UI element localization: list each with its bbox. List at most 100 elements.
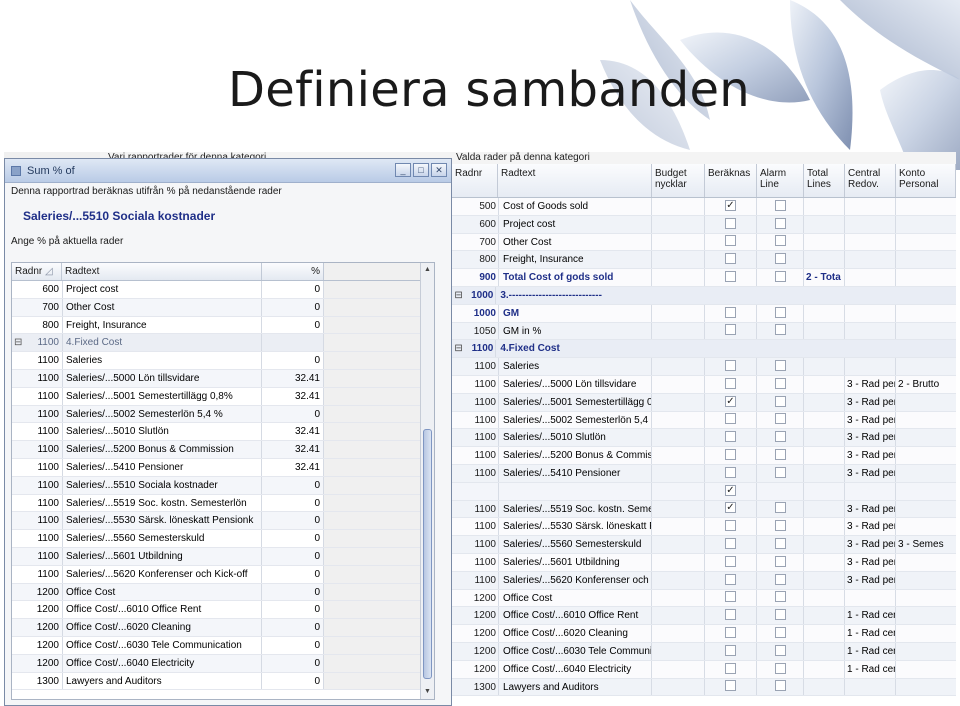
budget-cell[interactable] [652, 482, 705, 500]
table-row[interactable]: 1100 Saleries/...5560 Semesterskuld 3 - Ra… [452, 536, 956, 554]
percent-value[interactable]: 0 [262, 352, 324, 369]
table-row[interactable]: 1200 Office Cost/...6020 Cleaning 0 [12, 619, 434, 637]
dialog-titlebar[interactable]: Sum % of [5, 159, 451, 183]
scroll-up-arrow-icon[interactable]: ▲ [421, 263, 434, 277]
konto-personal-cell[interactable] [896, 501, 944, 518]
budget-cell[interactable] [652, 464, 705, 482]
konto-personal-cell[interactable] [896, 323, 944, 340]
konto-personal-cell[interactable] [896, 483, 944, 500]
central-redov-cell[interactable] [845, 322, 896, 340]
total-lines-cell[interactable] [804, 500, 845, 518]
table-row[interactable]: 1100Saleries/...5530 Särsk. löneskatt Pe… [12, 512, 434, 531]
konto-personal-cell[interactable] [896, 269, 944, 286]
central-redov-cell[interactable]: 3 - Rad per [845, 536, 896, 553]
budget-cell[interactable] [652, 536, 705, 553]
beraknas-checkbox[interactable] [725, 271, 736, 283]
central-redov-cell[interactable]: 1 - Rad cen [845, 625, 896, 642]
alarm-checkbox[interactable] [774, 271, 786, 283]
table-row[interactable]: 600 Project cost [452, 215, 956, 234]
percent-value[interactable]: 32.41 [262, 369, 324, 387]
total-lines-cell[interactable] [804, 607, 845, 625]
beraknas-checkbox[interactable] [725, 520, 736, 532]
beraknas-checkbox[interactable] [725, 644, 736, 656]
central-redov-cell[interactable] [845, 358, 896, 375]
total-lines-cell[interactable] [804, 571, 845, 589]
maximize-button[interactable]: □ [413, 163, 429, 177]
table-row[interactable]: 800 Freight, Insurance 0 [12, 316, 434, 335]
percent-value[interactable]: 0 [262, 476, 324, 494]
total-lines-cell[interactable] [804, 553, 845, 571]
budget-cell[interactable] [652, 215, 705, 233]
konto-personal-cell[interactable] [896, 234, 944, 251]
table-row[interactable]: 1200Office Cost/...6030 Tele Communicati… [12, 636, 434, 655]
col-beraknas[interactable]: Beräknas [705, 164, 757, 197]
alarm-checkbox[interactable] [774, 199, 786, 211]
table-row[interactable]: 1100 Saleries/...5000 Lön tillsvidare 32.4… [12, 369, 434, 388]
table-row[interactable]: 1200 Office Cost/...6010 Office Rent 0 [12, 601, 434, 620]
beraknas-checkbox[interactable] [725, 377, 736, 389]
konto-personal-cell[interactable] [896, 643, 944, 660]
table-row[interactable]: 600 Project cost 0 [12, 281, 434, 299]
table-row[interactable]: 1100Saleries/...5530 Särsk. löneskatt Pe… [452, 518, 956, 537]
table-row[interactable]: 1050 GM in % [452, 322, 956, 341]
table-row[interactable]: 1100Saleries/...5200 Bonus & Commission 3… [452, 447, 956, 465]
central-redov-cell[interactable] [845, 304, 896, 322]
alarm-checkbox[interactable] [774, 644, 786, 656]
budget-cell[interactable] [652, 589, 705, 607]
beraknas-checkbox[interactable] [725, 609, 736, 621]
percent-value[interactable]: 0 [262, 654, 324, 672]
central-redov-cell[interactable]: 1 - Rad cen [845, 660, 896, 678]
budget-cell[interactable] [652, 500, 705, 518]
beraknas-checkbox[interactable] [725, 538, 736, 549]
table-row[interactable]: 1100Saleries/...5519 Soc. kostn. Semeste… [452, 500, 956, 519]
central-redov-cell[interactable]: 1 - Rad cen [845, 607, 896, 625]
budget-cell[interactable] [652, 269, 705, 286]
beraknas-checkbox[interactable] [725, 235, 736, 247]
total-lines-cell[interactable] [804, 678, 845, 696]
table-row[interactable]: 1100 Saleries/...5601 Utbildning 0 [12, 547, 434, 566]
beraknas-checkbox[interactable] [725, 431, 736, 443]
percent-value[interactable]: 0 [262, 547, 324, 565]
beraknas-checkbox[interactable] [725, 324, 736, 336]
percent-value[interactable]: 32.41 [262, 387, 324, 405]
konto-personal-cell[interactable] [896, 572, 944, 589]
central-redov-cell[interactable]: 3 - Rad per [845, 464, 896, 482]
konto-personal-cell[interactable] [896, 465, 944, 482]
beraknas-checkbox[interactable] [725, 466, 736, 478]
alarm-checkbox[interactable] [774, 253, 786, 265]
table-row[interactable]: 1100 Saleries/...5410 Pensioner 3 - Rad pe… [452, 464, 956, 483]
budget-cell[interactable] [652, 660, 705, 678]
budget-cell[interactable] [652, 518, 705, 536]
percent-value[interactable]: 0 [262, 530, 324, 547]
table-row[interactable]: 1100 Saleries/...5002 Semesterlön 5,4 % 3 … [452, 411, 956, 430]
budget-cell[interactable] [652, 411, 705, 429]
total-lines-cell[interactable] [804, 215, 845, 233]
beraknas-checkbox[interactable] [725, 662, 736, 674]
total-lines-cell[interactable] [804, 358, 845, 375]
konto-personal-cell[interactable] [896, 358, 944, 375]
table-row[interactable]: 800 Freight, Insurance [452, 251, 956, 270]
total-lines-cell[interactable] [804, 251, 845, 269]
total-lines-cell[interactable] [804, 322, 845, 340]
beraknas-checkbox[interactable] [725, 449, 736, 461]
table-row[interactable]: 1100Saleries/...5001 Semestertillägg 0,8… [452, 393, 956, 412]
central-redov-cell[interactable]: 3 - Rad per [845, 393, 896, 411]
vertical-scrollbar[interactable]: ▲ ▼ [420, 263, 434, 699]
table-row[interactable]: 1200 Office Cost/...6010 Office Rent 1 - R… [452, 607, 956, 626]
table-row[interactable]: 1100 Saleries/...5510 Sociala kostnader 0 [12, 476, 434, 495]
central-redov-cell[interactable]: 1 - Rad cen [845, 642, 896, 660]
alarm-checkbox[interactable] [774, 520, 786, 532]
scroll-thumb[interactable] [423, 429, 432, 679]
col-radtext[interactable]: Radtext [62, 263, 262, 280]
table-row[interactable]: 1100 Saleries/...5010 Slutlön 32.41 [12, 423, 434, 442]
konto-personal-cell[interactable] [896, 518, 944, 535]
percent-value[interactable]: 0 [262, 619, 324, 636]
central-redov-cell[interactable] [845, 482, 896, 500]
table-row[interactable]: 1100 Saleries/...5601 Utbildning 3 - Rad p… [452, 553, 956, 572]
alarm-checkbox[interactable] [774, 591, 786, 603]
table-row[interactable]: 1100 Saleries/...5000 Lön tillsvidare 3 - … [452, 375, 956, 394]
table-row[interactable]: 1200 Office Cost 0 [12, 583, 434, 602]
table-row[interactable]: 1100Saleries/...5620 Konferenser och Kic… [452, 571, 956, 590]
central-redov-cell[interactable]: 3 - Rad per [845, 500, 896, 518]
budget-cell[interactable] [652, 607, 705, 625]
